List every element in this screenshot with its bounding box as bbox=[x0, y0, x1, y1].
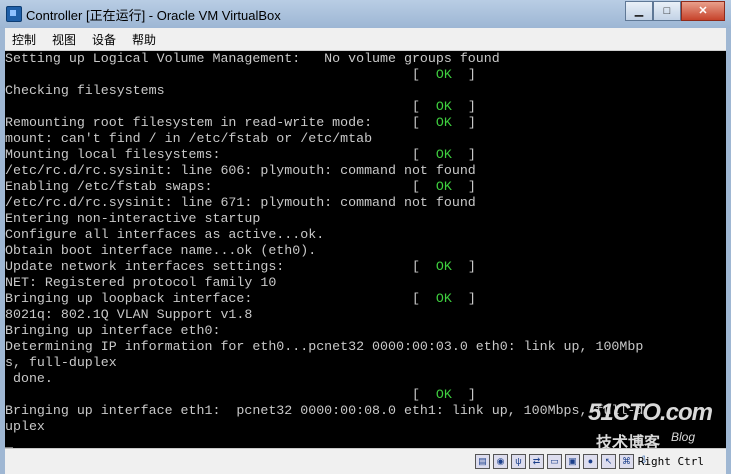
ok-status: OK bbox=[435, 387, 452, 402]
console-line: _ bbox=[5, 435, 13, 448]
video-capture-icon[interactable]: ● bbox=[583, 454, 598, 469]
ok-status: OK bbox=[435, 291, 452, 306]
shared-folder-icon[interactable]: ▭ bbox=[547, 454, 562, 469]
console-line: Obtain boot interface name...ok (eth0). bbox=[5, 243, 317, 258]
window-title: Controller [正在运行] - Oracle VM VirtualBox bbox=[26, 8, 281, 23]
console-line: Remounting root filesystem in read-write… bbox=[5, 115, 476, 130]
host-key-label: Right Ctrl bbox=[637, 455, 704, 468]
watermark-blog: Blog bbox=[671, 430, 696, 444]
console-line: Entering non-interactive startup bbox=[5, 211, 261, 226]
display-icon[interactable]: ▣ bbox=[565, 454, 580, 469]
usb-icon[interactable]: ψ bbox=[511, 454, 526, 469]
console-line: Bringing up loopback interface: [ OK ] bbox=[5, 291, 476, 306]
ok-status: OK bbox=[435, 99, 452, 114]
status-icons: ▤ ◉ ψ ⇄ ▭ ▣ ● ↖ ⌘ bbox=[475, 454, 634, 469]
network-icon[interactable]: ⇄ bbox=[529, 454, 544, 469]
mouse-integration-icon[interactable]: ↖ bbox=[601, 454, 616, 469]
console-line: 8021q: 802.1Q VLAN Support v1.8 bbox=[5, 307, 253, 322]
console-line: mount: can't find / in /etc/fstab or /et… bbox=[5, 131, 373, 146]
menu-view[interactable]: 视图 bbox=[52, 31, 76, 48]
ok-status: OK bbox=[435, 179, 452, 194]
menu-control[interactable]: 控制 bbox=[12, 31, 36, 48]
console-line: s, full-duplex bbox=[5, 355, 117, 370]
console-line: /etc/rc.d/rc.sysinit: line 671: plymouth… bbox=[5, 195, 476, 210]
watermark-logo-text: 51CTO.com bbox=[588, 399, 713, 426]
console-line: Configure all interfaces as active...ok. bbox=[5, 227, 325, 242]
console-line: done. bbox=[5, 371, 53, 386]
maximize-button[interactable]: □ bbox=[653, 1, 681, 21]
close-button[interactable]: ✕ bbox=[681, 1, 725, 21]
watermark: 51CTO.com 技术博客 Blog bbox=[576, 397, 716, 448]
console-line: Checking filesystems bbox=[5, 83, 165, 98]
host-key-icon[interactable]: ⌘ bbox=[619, 454, 634, 469]
menu-devices[interactable]: 设备 bbox=[92, 31, 116, 48]
console-line: [ OK ] bbox=[5, 67, 476, 82]
virtualbox-icon bbox=[6, 6, 22, 22]
ok-status: OK bbox=[435, 259, 452, 274]
console-line: /etc/rc.d/rc.sysinit: line 606: plymouth… bbox=[5, 163, 476, 178]
console-line: Enabling /etc/fstab swaps: [ OK ] bbox=[5, 179, 476, 194]
console-line: uplex bbox=[5, 419, 45, 434]
window-controls: ▁ □ ✕ bbox=[625, 1, 725, 21]
ok-status: OK bbox=[435, 115, 452, 130]
watermark-subtitle: 技术博客 bbox=[596, 435, 661, 448]
console-line: Mounting local filesystems: [ OK ] bbox=[5, 147, 476, 162]
console-line: Setting up Logical Volume Management: No… bbox=[5, 51, 500, 66]
vm-screen[interactable]: Setting up Logical Volume Management: No… bbox=[5, 51, 726, 448]
status-bar: ▤ ◉ ψ ⇄ ▭ ▣ ● ↖ ⌘ ⇩ Right Ctrl bbox=[5, 448, 726, 474]
console-line: [ OK ] bbox=[5, 387, 476, 402]
console-line: [ OK ] bbox=[5, 99, 476, 114]
optical-drive-icon[interactable]: ◉ bbox=[493, 454, 508, 469]
console-line: Determining IP information for eth0...pc… bbox=[5, 339, 644, 354]
ok-status: OK bbox=[435, 67, 452, 82]
console-output: Setting up Logical Volume Management: No… bbox=[5, 51, 643, 448]
hard-disk-icon[interactable]: ▤ bbox=[475, 454, 490, 469]
console-line: Update network interfaces settings: [ OK… bbox=[5, 259, 476, 274]
ok-status: OK bbox=[435, 147, 452, 162]
minimize-button[interactable]: ▁ bbox=[625, 1, 653, 21]
console-line: Bringing up interface eth1: pcnet32 0000… bbox=[5, 403, 644, 418]
console-line: NET: Registered protocol family 10 bbox=[5, 275, 277, 290]
console-line: Bringing up interface eth0: bbox=[5, 323, 221, 338]
menu-bar: 控制 视图 设备 帮助 bbox=[5, 28, 726, 51]
menu-help[interactable]: 帮助 bbox=[132, 31, 156, 48]
title-bar: Controller [正在运行] - Oracle VM VirtualBox… bbox=[0, 0, 731, 28]
